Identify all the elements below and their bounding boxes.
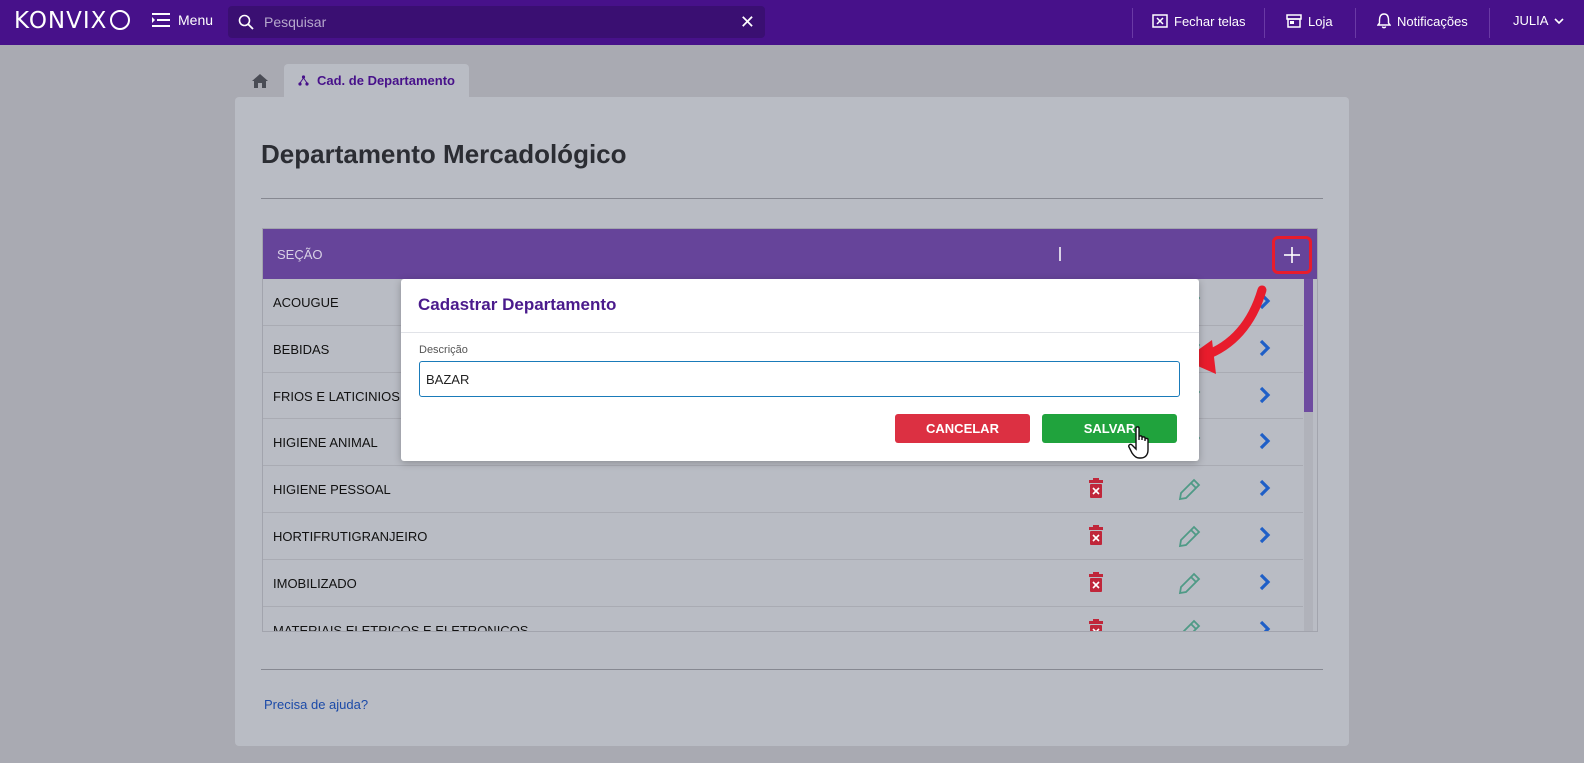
- chevron-right-icon[interactable]: [1258, 526, 1272, 547]
- description-label: Descrição: [419, 344, 468, 356]
- bell-icon: [1377, 13, 1391, 29]
- tab-label: Cad. de Departamento: [317, 73, 455, 88]
- table-row: MATERIAIS ELETRICOS E ELETRONICOS: [263, 607, 1303, 632]
- table-row: HORTIFRUTIGRANJEIRO: [263, 513, 1303, 560]
- row-name: ACOUGUE: [273, 295, 339, 310]
- pencil-icon[interactable]: [1176, 477, 1202, 506]
- plus-icon: [1284, 247, 1300, 263]
- user-name: JULIA: [1513, 13, 1549, 28]
- row-name: HIGIENE PESSOAL: [273, 482, 391, 498]
- hand-cursor-icon: [1128, 426, 1149, 459]
- nav-divider: [1132, 8, 1133, 38]
- row-name: BEBIDAS: [273, 341, 330, 357]
- description-input[interactable]: [419, 361, 1180, 397]
- row-name: MATERIAIS ELETRICOS E ELETRONICOS: [273, 622, 529, 632]
- cancel-button[interactable]: CANCELAR: [895, 414, 1030, 443]
- close-screens-icon: [1152, 14, 1168, 28]
- scrollbar-thumb[interactable]: [1304, 279, 1313, 412]
- close-screens-label: Fechar telas: [1174, 13, 1246, 29]
- save-button[interactable]: SALVAR: [1042, 414, 1177, 443]
- search-input[interactable]: Pesquisar: [264, 14, 326, 30]
- home-icon: [252, 73, 268, 88]
- department-icon: [298, 75, 309, 86]
- chevron-right-icon[interactable]: [1258, 620, 1272, 631]
- trash-icon[interactable]: [1088, 571, 1104, 595]
- menu-icon: [152, 13, 170, 27]
- page-title: Departamento Mercadológico: [261, 139, 627, 169]
- modal-title: Cadastrar Departamento: [418, 295, 617, 314]
- divider: [261, 198, 1323, 199]
- tab-cad-departamento[interactable]: Cad. de Departamento: [284, 64, 469, 97]
- search-icon: [238, 14, 254, 30]
- row-name: IMOBILIZADO: [273, 575, 357, 591]
- table-row: IMOBILIZADO: [263, 560, 1303, 607]
- home-tab[interactable]: [236, 64, 284, 97]
- user-menu[interactable]: JULIA: [1513, 13, 1564, 28]
- logo-mark-icon: [110, 10, 130, 30]
- column-header-secao: SEÇÃO: [277, 247, 323, 262]
- divider: [261, 669, 1323, 670]
- row-name: HORTIFRUTIGRANJEIRO: [273, 528, 428, 544]
- nav-divider: [1489, 8, 1490, 38]
- chevron-right-icon[interactable]: [1258, 479, 1272, 500]
- modal-divider: [401, 332, 1199, 333]
- notifications-button[interactable]: Notificações: [1377, 13, 1468, 29]
- register-department-modal: Cadastrar Departamento Descrição CANCELA…: [401, 279, 1199, 461]
- konvix-logo[interactable]: KONVIX: [14, 8, 107, 34]
- nav-divider: [1355, 8, 1356, 38]
- menu-button[interactable]: Menu: [152, 12, 213, 28]
- row-name: FRIOS E LATICINIOS: [273, 388, 400, 404]
- add-department-button[interactable]: [1272, 236, 1312, 274]
- trash-icon[interactable]: [1088, 524, 1104, 548]
- trash-icon[interactable]: [1088, 478, 1104, 501]
- store-label: Loja: [1308, 13, 1333, 29]
- store-button[interactable]: Loja: [1286, 13, 1333, 29]
- close-screens-button[interactable]: Fechar telas: [1152, 13, 1246, 29]
- help-link[interactable]: Precisa de ajuda?: [264, 697, 368, 712]
- close-icon[interactable]: ✕: [740, 12, 755, 33]
- chevron-right-icon[interactable]: [1258, 432, 1272, 453]
- column-divider: [1059, 247, 1061, 261]
- search-bar: Pesquisar ✕: [228, 6, 765, 38]
- row-name: HIGIENE ANIMAL: [273, 435, 378, 451]
- table-header: SEÇÃO: [263, 229, 1317, 279]
- store-icon: [1286, 14, 1302, 28]
- notifications-label: Notificações: [1397, 13, 1468, 29]
- table-scrollbar[interactable]: [1304, 279, 1313, 631]
- table-row: HIGIENE PESSOAL: [263, 466, 1303, 513]
- pencil-icon[interactable]: [1176, 524, 1202, 553]
- nav-divider: [1264, 8, 1265, 38]
- menu-label: Menu: [178, 12, 214, 28]
- chevron-down-icon: [1554, 17, 1564, 24]
- chevron-right-icon[interactable]: [1258, 386, 1272, 407]
- top-navbar: KONVIX Menu Pesquisar ✕ Fechar telas Loj…: [0, 0, 1584, 45]
- chevron-right-icon[interactable]: [1258, 573, 1272, 594]
- trash-icon[interactable]: [1088, 618, 1104, 631]
- pencil-icon[interactable]: [1176, 571, 1202, 600]
- pencil-icon[interactable]: [1176, 618, 1202, 631]
